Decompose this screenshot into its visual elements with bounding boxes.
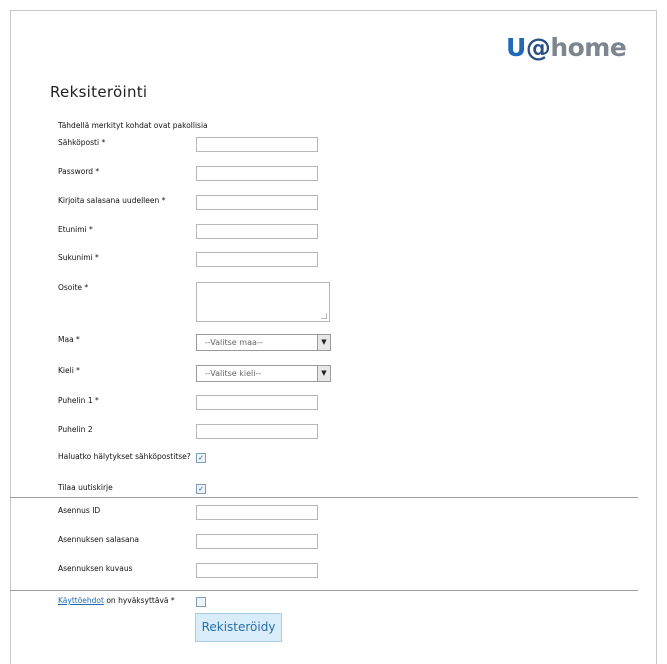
resize-grip-icon[interactable] (321, 313, 327, 319)
install-description-field[interactable] (196, 563, 318, 578)
install-password-label: Asennuksen salasana (58, 535, 139, 544)
password-again-label: Kirjoita salasana uudelleen * (58, 196, 166, 205)
language-select[interactable]: --Valitse kieli-- ▼ (196, 365, 331, 382)
email-field[interactable] (196, 137, 318, 152)
install-id-label: Asennus ID (58, 506, 101, 515)
section-divider (10, 497, 638, 498)
page-title: Reksiteröinti (50, 83, 148, 101)
phone2-field[interactable] (196, 424, 318, 439)
country-select[interactable]: --Valitse maa-- ▼ (196, 334, 331, 351)
address-textarea[interactable] (196, 282, 330, 322)
install-id-field[interactable] (196, 505, 318, 520)
password-label: Password * (58, 167, 100, 176)
newsletter-label: Tilaa uutiskirje (58, 483, 113, 492)
register-button[interactable]: Rekisteröidy (195, 613, 282, 642)
email-label: Sähköposti * (58, 138, 106, 147)
email-alerts-checkbox[interactable]: ✓ (196, 453, 206, 463)
country-label: Maa * (58, 335, 80, 344)
uhome-logo: U@home (506, 33, 627, 63)
newsletter-checkbox[interactable]: ✓ (196, 484, 206, 494)
logo-u: U (506, 33, 526, 62)
logo-at: @ (525, 33, 551, 62)
terms-checkbox[interactable] (196, 597, 206, 607)
install-password-field[interactable] (196, 534, 318, 549)
first-name-label: Etunimi * (58, 225, 93, 234)
email-alerts-label: Haluatko hälytykset sähköpostitse? (58, 452, 191, 461)
required-note: Tähdellä merkityt kohdat ovat pakollisia (58, 121, 208, 130)
logo-home: home (550, 33, 627, 62)
chevron-down-icon[interactable]: ▼ (317, 335, 330, 350)
phone1-label: Puhelin 1 * (58, 396, 99, 405)
password-again-field[interactable] (196, 195, 318, 210)
checkmark-icon: ✓ (198, 485, 204, 493)
phone1-field[interactable] (196, 395, 318, 410)
last-name-field[interactable] (196, 252, 318, 267)
phone2-label: Puhelin 2 (58, 425, 93, 434)
section-divider (10, 590, 638, 591)
language-label: Kieli * (58, 366, 80, 375)
password-field[interactable] (196, 166, 318, 181)
checkmark-icon: ✓ (198, 454, 204, 462)
terms-label: Käyttöehdot on hyväksyttävä * (58, 596, 175, 605)
install-description-label: Asennuksen kuvaus (58, 564, 133, 573)
terms-link[interactable]: Käyttöehdot (58, 596, 104, 605)
terms-suffix: on hyväksyttävä * (103, 596, 175, 605)
language-selected-value: --Valitse kieli-- (205, 369, 262, 378)
first-name-field[interactable] (196, 224, 318, 239)
address-label: Osoite * (58, 283, 89, 292)
chevron-down-icon[interactable]: ▼ (317, 366, 330, 381)
last-name-label: Sukunimi * (58, 253, 99, 262)
country-selected-value: --Valitse maa-- (205, 338, 263, 347)
